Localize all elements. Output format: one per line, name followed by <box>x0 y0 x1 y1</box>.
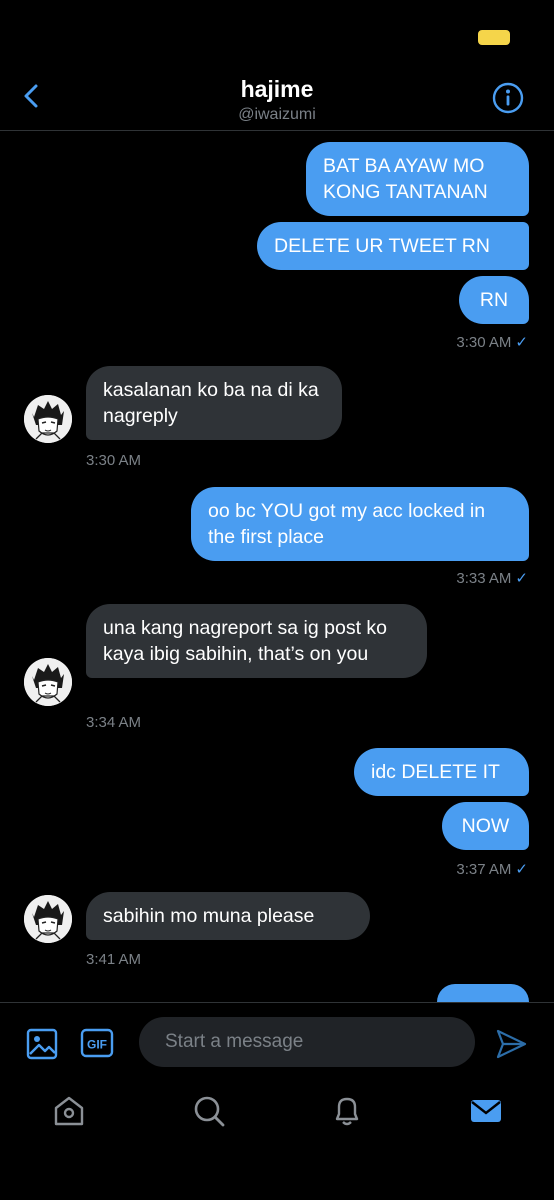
outgoing-message[interactable]: oo bc YOU got my acc locked in the first… <box>191 487 529 561</box>
search-icon[interactable] <box>192 1094 226 1128</box>
photo-icon[interactable] <box>26 1028 58 1060</box>
message-timestamp: 3:37 AM ✓ <box>456 861 528 878</box>
bottom-tab-bar <box>0 1080 554 1150</box>
message-input[interactable]: Start a message <box>139 1017 475 1067</box>
gif-icon[interactable]: GIF <box>80 1028 114 1058</box>
conversation-handle: @iwaizumi <box>238 106 316 123</box>
message-timestamp: 3:30 AM <box>86 452 142 469</box>
outgoing-message[interactable]: RN <box>459 276 529 324</box>
messages-icon[interactable] <box>469 1094 503 1128</box>
avatar-illustration <box>24 395 72 443</box>
outgoing-message[interactable]: BAT BA AYAW MO KONG TANTANAN <box>306 142 529 216</box>
send-icon[interactable] <box>494 1027 528 1061</box>
incoming-message[interactable]: kasalanan ko ba na di ka nagreply <box>86 366 342 440</box>
avatar[interactable] <box>24 395 72 443</box>
incoming-message[interactable]: una kang nagreport sa ig post ko kaya ib… <box>86 604 427 678</box>
outgoing-message[interactable]: idc DELETE IT <box>354 748 529 796</box>
avatar[interactable] <box>24 658 72 706</box>
message-timestamp: 3:34 AM <box>86 714 142 731</box>
message-timestamp: 3:33 AM ✓ <box>456 570 528 587</box>
outgoing-message-partial[interactable] <box>437 984 529 1002</box>
read-check-icon: ✓ <box>515 570 528 587</box>
read-check-icon: ✓ <box>515 861 528 878</box>
home-icon[interactable] <box>52 1094 86 1128</box>
message-timestamp: 3:30 AM ✓ <box>456 334 528 351</box>
read-check-icon: ✓ <box>515 334 528 351</box>
message-composer: GIF Start a message <box>0 1002 554 1081</box>
conversation-header: hajime @iwaizumi <box>0 60 554 131</box>
notifications-icon[interactable] <box>330 1094 364 1128</box>
info-icon[interactable] <box>492 82 524 114</box>
incoming-message[interactable]: sabihin mo muna please <box>86 892 370 940</box>
message-timestamp: 3:41 AM <box>86 951 142 968</box>
outgoing-message[interactable]: DELETE UR TWEET RN <box>257 222 529 270</box>
conversation-title[interactable]: hajime <box>0 76 554 103</box>
outgoing-message[interactable]: NOW <box>442 802 529 850</box>
battery-icon <box>478 30 510 45</box>
avatar[interactable] <box>24 895 72 943</box>
gif-label: GIF <box>87 1038 107 1052</box>
avatar-illustration <box>24 658 72 706</box>
avatar-illustration <box>24 895 72 943</box>
